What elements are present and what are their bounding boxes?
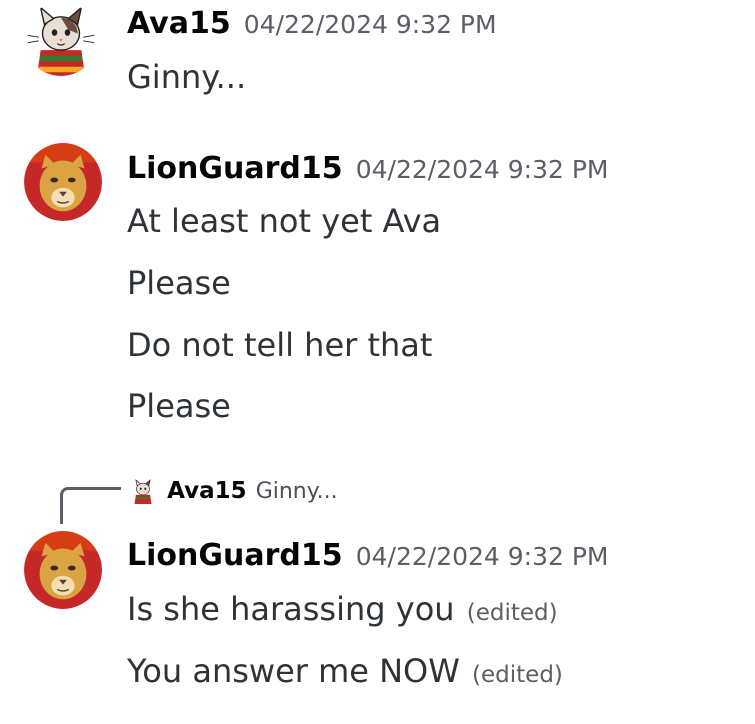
message-text: Please [127, 387, 231, 425]
message-text: At least not yet Ava [127, 202, 442, 240]
lioness-avatar-icon[interactable] [24, 143, 102, 221]
edited-label: (edited) [466, 600, 558, 626]
reply-username[interactable]: Ava15 [167, 478, 247, 504]
message-text: Please [127, 264, 231, 302]
timestamp: 04/22/2024 9:32 PM [243, 10, 497, 39]
reply-connector-line [60, 487, 121, 524]
message-text: Ginny... [127, 58, 247, 96]
username[interactable]: LionGuard15 [127, 538, 343, 573]
message-text: Do not tell her that [127, 326, 433, 364]
message-text: Is she harassing you [127, 590, 455, 628]
username[interactable]: Ava15 [127, 6, 231, 41]
cat-avatar-icon[interactable] [24, 2, 98, 76]
username[interactable]: LionGuard15 [127, 151, 343, 186]
message-text-line: You answer me NOW (edited) [127, 652, 563, 690]
cat-avatar-icon [130, 478, 156, 504]
timestamp: 04/22/2024 9:32 PM [355, 155, 609, 184]
edited-label: (edited) [472, 662, 563, 688]
message-text: You answer me NOW [127, 652, 460, 690]
reply-text: Ginny... [255, 478, 338, 504]
timestamp: 04/22/2024 9:32 PM [355, 542, 609, 571]
lioness-avatar-icon[interactable] [24, 531, 102, 609]
reply-preview[interactable]: Ava15 Ginny... [130, 478, 338, 504]
message-text-line: Is she harassing you (edited) [127, 590, 558, 628]
